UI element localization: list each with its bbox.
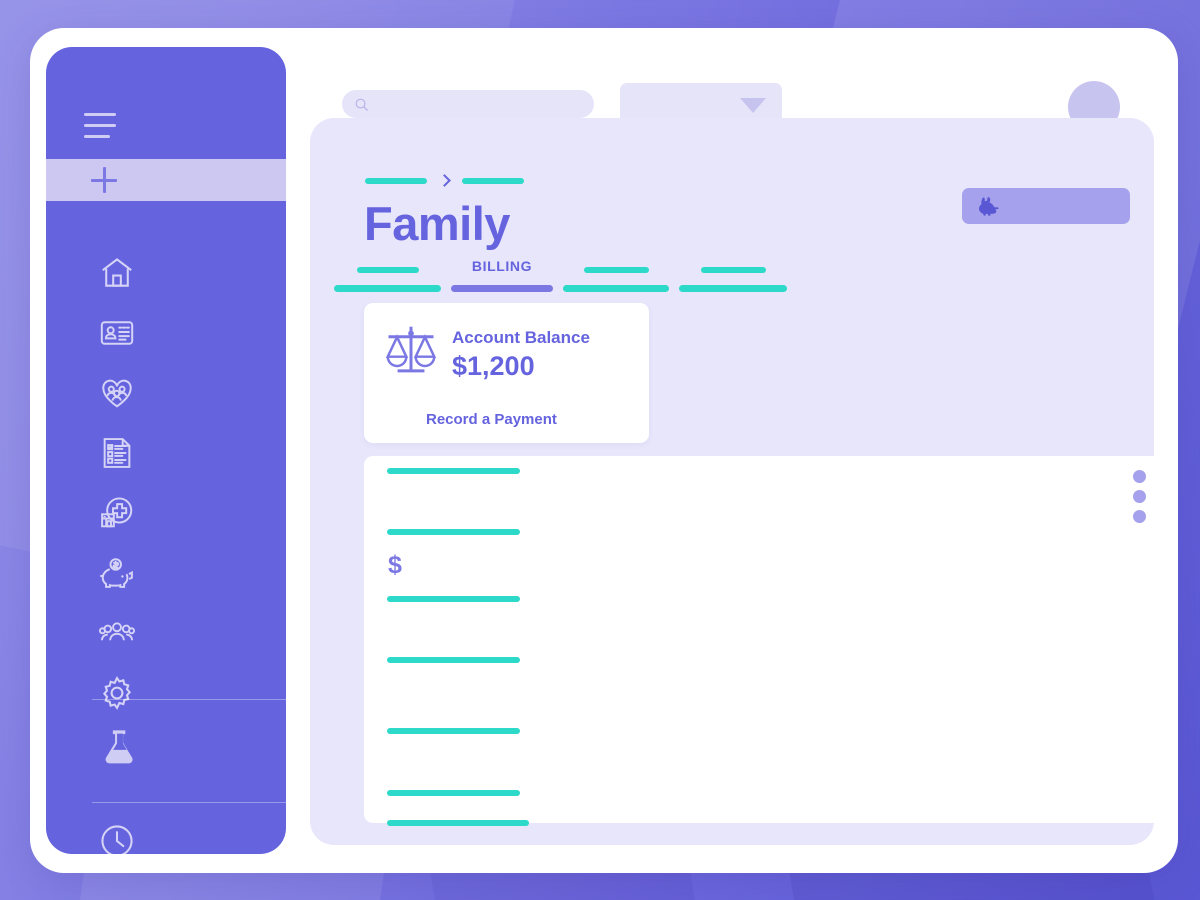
sidebar-item-groups[interactable] xyxy=(46,603,286,663)
medical-plus-icon xyxy=(101,497,133,528)
sidebar-item-history[interactable] xyxy=(98,822,136,854)
sidebar-item-records[interactable] xyxy=(46,423,286,483)
rabbit-icon xyxy=(979,197,999,216)
balance-value: $1,200 xyxy=(452,351,535,381)
tab-bar: BILLING xyxy=(334,258,814,292)
sidebar-item-home[interactable] xyxy=(46,243,286,303)
search-input[interactable] xyxy=(342,90,594,118)
app-window: Family BILLING Account Balance $1,200 Re… xyxy=(30,28,1178,873)
home-icon xyxy=(102,258,132,287)
sidebar-item-id-card[interactable] xyxy=(46,303,286,363)
tab-item[interactable] xyxy=(563,267,669,292)
list-item[interactable] xyxy=(387,820,529,826)
sidebar-item-settings[interactable] xyxy=(46,663,286,723)
plus-icon xyxy=(91,167,117,193)
list-item[interactable] xyxy=(387,596,520,602)
list-item[interactable] xyxy=(387,529,520,535)
kebab-dot xyxy=(1133,490,1146,503)
breadcrumb-item-redacted[interactable] xyxy=(462,177,524,184)
kebab-dot xyxy=(1133,470,1146,483)
list-item[interactable] xyxy=(387,468,520,474)
breadcrumb-item-redacted[interactable] xyxy=(365,177,427,184)
flask-icon xyxy=(105,730,133,764)
tab-item[interactable] xyxy=(334,267,441,292)
clock-icon xyxy=(101,825,133,854)
list-item[interactable] xyxy=(387,728,520,734)
list-item[interactable] xyxy=(387,657,520,663)
sidebar-nav xyxy=(46,243,286,723)
sidebar-item-lab[interactable] xyxy=(98,725,142,774)
list-item[interactable] xyxy=(387,790,520,796)
tab-label: BILLING xyxy=(471,258,533,274)
clipboard-checklist-icon xyxy=(103,438,131,468)
chevron-right-icon xyxy=(438,174,451,187)
hamburger-bar xyxy=(84,124,116,127)
tab-underline xyxy=(563,285,669,292)
account-balance-card: Account Balance $1,200 Record a Payment xyxy=(364,303,649,443)
tab-underline xyxy=(334,285,441,292)
family-heart-icon xyxy=(102,379,132,408)
more-vertical-icon[interactable] xyxy=(1133,470,1146,523)
hamburger-menu-icon[interactable] xyxy=(84,113,116,139)
sidebar xyxy=(46,47,286,854)
search-icon xyxy=(355,98,368,111)
tab-label-redacted xyxy=(356,267,419,273)
sidebar-divider xyxy=(92,699,286,700)
tab-label-redacted xyxy=(583,267,649,273)
tab-billing[interactable]: BILLING xyxy=(451,258,553,292)
sidebar-item-savings[interactable] xyxy=(46,543,286,603)
id-card-icon xyxy=(100,321,134,345)
hamburger-bar xyxy=(84,113,116,116)
balance-label: Account Balance xyxy=(452,328,590,347)
record-payment-button[interactable]: Record a Payment xyxy=(426,411,557,428)
tab-underline-active xyxy=(451,285,553,292)
action-button[interactable] xyxy=(962,188,1130,224)
people-group-icon xyxy=(98,622,136,641)
sidebar-item-health[interactable] xyxy=(46,483,286,543)
hamburger-bar xyxy=(84,135,110,138)
search-field[interactable] xyxy=(376,97,576,111)
billing-list-card: $ xyxy=(364,456,1164,826)
main-content-panel: Family BILLING Account Balance $1,200 Re… xyxy=(310,118,1164,845)
piggy-bank-icon xyxy=(100,558,133,588)
sidebar-add-button[interactable] xyxy=(46,159,286,201)
tab-underline xyxy=(679,285,787,292)
tab-item[interactable] xyxy=(679,267,787,292)
currency-symbol: $ xyxy=(388,551,402,579)
kebab-dot xyxy=(1133,510,1146,523)
scales-balance-icon xyxy=(385,326,437,373)
tab-label-redacted xyxy=(700,267,766,273)
sidebar-divider xyxy=(92,802,286,803)
chevron-down-icon xyxy=(740,97,766,113)
sidebar-item-family[interactable] xyxy=(46,363,286,423)
page-title: Family xyxy=(364,197,510,250)
gear-icon xyxy=(102,676,132,710)
breadcrumb xyxy=(365,174,524,187)
